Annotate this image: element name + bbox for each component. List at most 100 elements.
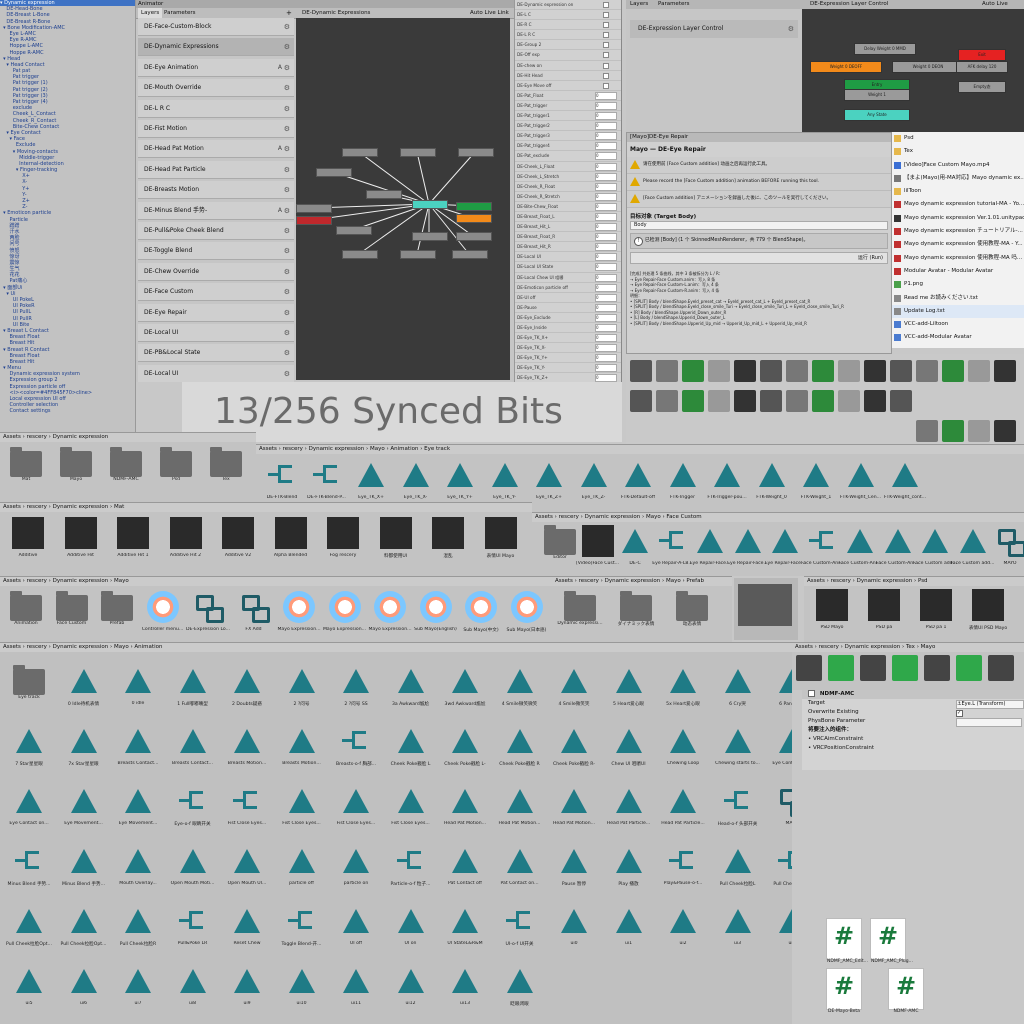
parameter-bool-checkbox[interactable] — [603, 62, 609, 69]
parameter-row[interactable]: DE-Local UI State 0 — [515, 262, 621, 273]
parameter-bool-checkbox[interactable] — [603, 72, 609, 79]
graph-breadcrumb[interactable]: DE-Dynamic Expressions — [302, 8, 370, 18]
parameter-row[interactable]: DE-Eye_Inside 0 — [515, 323, 621, 334]
parameter-value-field[interactable]: 0 — [595, 101, 617, 110]
gear-icon[interactable]: ⚙ — [284, 344, 290, 362]
gear-icon[interactable]: ⚙ — [284, 222, 290, 240]
parameter-row[interactable]: DE-Breast_Float_L 0 — [515, 212, 621, 223]
animator-layer-item[interactable]: DE-Minus Blend 手势- ⚙ A — [138, 201, 294, 220]
project-breadcrumb[interactable]: Assets › rescery › Dynamic expression › … — [0, 643, 792, 652]
gear-icon[interactable]: ⚙ — [284, 59, 290, 77]
gear-icon[interactable]: ⚙ — [284, 181, 290, 199]
asset-tri[interactable]: particle on — [331, 845, 381, 886]
script-file-de-mayo-beta[interactable]: # DE-Mayo-Beta — [826, 968, 862, 1014]
parameter-value-field[interactable]: 0 — [595, 283, 617, 292]
parameter-row[interactable]: DE-chew on — [515, 61, 621, 71]
parameter-row[interactable]: DE-Eye_TK_Y- 0 — [515, 363, 621, 374]
parameter-row[interactable]: DE-L R C — [515, 30, 621, 41]
elc-auto-live-link[interactable]: Auto Live — [982, 0, 1008, 9]
asset-folder[interactable]: Prefab — [93, 591, 141, 626]
asset-folder[interactable]: Mat — [2, 447, 50, 482]
animator-layer-item[interactable]: DE-Local UI ⚙ — [138, 324, 294, 342]
asset-tri[interactable]: Minus Blend 手势... — [59, 845, 109, 887]
asset-tri[interactable]: Eye_TK_X+ — [347, 459, 395, 500]
asset-tri[interactable]: Head Pat Particle... — [658, 785, 708, 826]
asset-tri[interactable]: Breasts Contact... — [168, 725, 218, 766]
animator-layer-item[interactable]: DE-Toggle Blend ⚙ — [138, 242, 294, 261]
asset-dark[interactable]: Additive — [4, 517, 52, 558]
texture-thumbnail[interactable] — [708, 390, 730, 412]
texture-thumbnail[interactable] — [956, 655, 982, 681]
texture-thumbnail[interactable] — [786, 390, 808, 412]
asset-blend[interactable]: Toggle Blend-开... — [277, 905, 327, 947]
file-row[interactable]: Update Log.txt — [892, 304, 1024, 319]
texture-thumbnail[interactable] — [890, 360, 912, 382]
asset-tri[interactable]: Breasts Motion... — [277, 725, 327, 766]
parameter-row[interactable]: DE-Local Chew UI 咀嚼 0 — [515, 273, 621, 283]
asset-tri[interactable]: Chew UI 咀嚼UI — [604, 725, 654, 767]
asset-tri[interactable]: FTK-Default-off — [614, 459, 662, 500]
parameter-value-field[interactable]: 0 — [595, 324, 617, 332]
parameter-bool-checkbox[interactable] — [603, 2, 609, 8]
elc-state-node[interactable]: Empty态 — [958, 81, 1006, 93]
asset-tri[interactable]: 6 Panic恐慌 — [767, 665, 792, 707]
parameter-row[interactable]: DE-Eye_TK_X+ 0 — [515, 333, 621, 344]
parameter-value-field[interactable]: 0 — [595, 354, 617, 363]
state-node[interactable] — [336, 226, 372, 235]
asset-tri[interactable]: Eye Contact on... — [767, 725, 792, 766]
script-file-ndmf-amc[interactable]: # NDMF-AMC — [888, 968, 924, 1014]
animator-layer-item[interactable]: DE-Eye Repair ⚙ — [138, 303, 294, 322]
asset-tri[interactable]: 3wd Awkward尴尬 — [440, 665, 490, 707]
asset-tri[interactable]: Eye_TK_X- — [392, 459, 440, 500]
asset-tri[interactable]: ui7 — [113, 965, 163, 1006]
asset-tri[interactable]: FTK-Weight_0 — [748, 459, 796, 500]
asset-circ[interactable]: Mayo Expression... — [321, 591, 369, 632]
parameter-row[interactable]: DE-Pat_exclude 0 — [515, 151, 621, 162]
gear-icon[interactable]: ⚙ — [284, 263, 290, 281]
asset-tri[interactable]: 5 Heart爱心眼 — [604, 665, 654, 707]
asset-tri[interactable]: 5x Heart爱心眼 — [658, 665, 708, 707]
asset-folder[interactable]: Face Custom — [48, 591, 96, 626]
animator-layer-item[interactable]: DE-Breasts Motion ⚙ — [138, 181, 294, 200]
parameter-row[interactable]: DE-R C — [515, 20, 621, 31]
asset-ctrl[interactable]: MAYO — [767, 785, 792, 826]
parameter-bool-checkbox[interactable] — [603, 12, 609, 19]
asset-tri[interactable]: Pause 暂停 — [549, 845, 599, 887]
asset-tri[interactable]: ui0 — [549, 905, 599, 946]
state-node[interactable] — [456, 202, 492, 211]
file-row[interactable]: lilToon — [892, 185, 1024, 198]
texture-thumbnail[interactable] — [812, 390, 834, 412]
parameter-value-field[interactable]: 0 — [595, 202, 617, 211]
target-field[interactable]: Body — [630, 221, 888, 230]
texture-thumbnail[interactable] — [838, 360, 860, 382]
asset-folder[interactable]: ダイナミック表情 — [612, 591, 660, 627]
state-node[interactable] — [412, 232, 448, 241]
elc-layers-tab[interactable]: Layers — [630, 0, 648, 9]
asset-tri[interactable]: Fist Close Eyes... — [331, 785, 381, 826]
parameter-value-field[interactable]: 0 — [595, 182, 617, 191]
file-row[interactable]: Mayo dynamic expression 使用教程-MA 吗... — [892, 252, 1024, 265]
texture-thumbnail[interactable] — [860, 655, 886, 681]
auto-live-link-toggle[interactable]: Auto Live Link — [470, 8, 509, 18]
asset-tri[interactable]: ui2 — [658, 905, 708, 946]
texture-thumbnail[interactable] — [924, 655, 950, 681]
asset-circ[interactable]: Mayo Expression... — [366, 591, 414, 632]
texture-thumbnail[interactable] — [630, 360, 652, 382]
file-row[interactable]: Mayo dynamic expression Ver.1.01.unitypa… — [892, 212, 1024, 225]
file-row[interactable]: P1.png — [892, 278, 1024, 291]
parameter-row[interactable]: DE-Cheek_R_Stretch 0 — [515, 192, 621, 202]
asset-tri[interactable]: Mouth Overlay... — [113, 845, 163, 886]
parameter-value-field[interactable]: 0 — [595, 91, 617, 100]
asset-dark[interactable]: Additive Hit 1 — [109, 517, 157, 558]
texture-thumbnail[interactable] — [828, 655, 854, 681]
asset-tri[interactable]: Pull Cheek拉脸Opt... — [4, 905, 54, 947]
state-node[interactable] — [366, 190, 402, 199]
asset-tri[interactable]: Cheek Poke戳脸 L- — [440, 725, 490, 767]
elc-state-node[interactable]: Any State — [844, 109, 910, 121]
asset-tri[interactable]: Pull Cheek拉脸Opt... — [59, 905, 109, 947]
elc-state-node[interactable]: Delay Weight 0 MMD — [854, 43, 916, 55]
asset-tri[interactable]: Play 播放 — [604, 845, 654, 887]
asset-circ[interactable]: Sub Mayo(中文) — [457, 591, 505, 633]
gear-icon[interactable]: ⚙ — [284, 242, 290, 260]
asset-tri[interactable]: Head Pat Motion... — [440, 785, 490, 826]
